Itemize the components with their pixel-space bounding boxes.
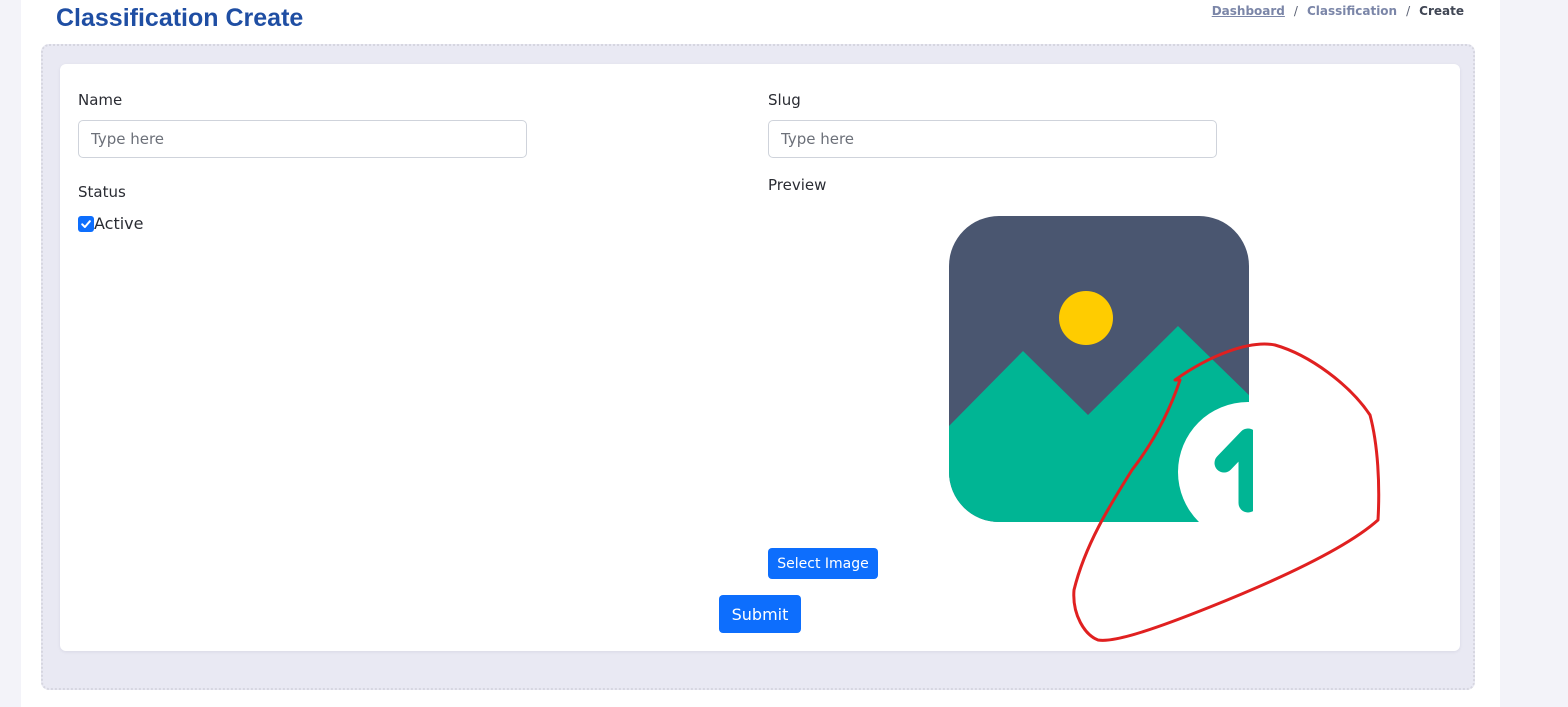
preview-label: Preview bbox=[768, 176, 827, 194]
image-upload-placeholder-icon bbox=[949, 216, 1253, 525]
status-label: Status bbox=[78, 183, 126, 201]
page-title: Classification Create bbox=[56, 4, 304, 32]
name-input[interactable] bbox=[78, 120, 527, 158]
breadcrumb-separator: / bbox=[1406, 4, 1411, 18]
status-active-checkbox[interactable] bbox=[78, 216, 94, 232]
select-image-button[interactable]: Select Image bbox=[768, 548, 878, 579]
breadcrumb: Dashboard / Classification / Create bbox=[1212, 4, 1464, 18]
submit-button[interactable]: Submit bbox=[719, 595, 801, 633]
checkmark-icon bbox=[81, 220, 91, 228]
breadcrumb-classification-link[interactable]: Classification bbox=[1307, 4, 1397, 18]
breadcrumb-separator: / bbox=[1293, 4, 1298, 18]
breadcrumb-current: Create bbox=[1419, 4, 1464, 18]
status-active-label[interactable]: Active bbox=[94, 214, 144, 233]
name-label: Name bbox=[78, 91, 123, 109]
page-header: Classification Create Dashboard / Classi… bbox=[21, 0, 1500, 42]
slug-label: Slug bbox=[768, 91, 801, 109]
slug-input[interactable] bbox=[768, 120, 1217, 158]
breadcrumb-dashboard-link[interactable]: Dashboard bbox=[1212, 4, 1285, 18]
